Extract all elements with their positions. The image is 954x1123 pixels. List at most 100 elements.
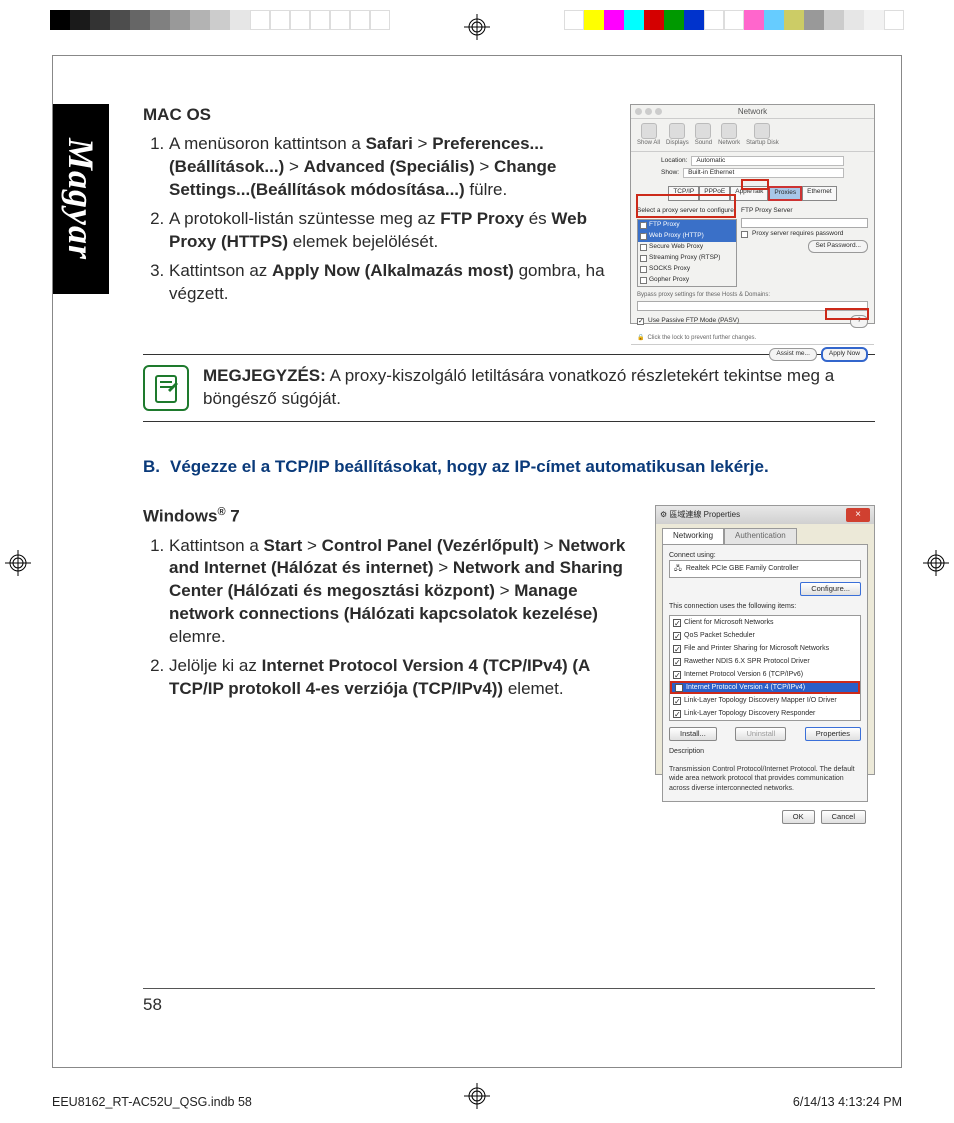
checkbox-icon[interactable]: ✓ [640, 222, 647, 229]
footer-rule [143, 988, 875, 989]
section-b-title: Végezze el a TCP/IP beállításokat, hogy … [170, 456, 769, 479]
checkbox-icon[interactable]: ✓ [640, 233, 647, 240]
note-label: MEGJEGYZÉS: [203, 366, 326, 385]
checkbox-icon[interactable] [640, 244, 647, 251]
mac-location-select[interactable]: Automatic [691, 156, 844, 166]
mac-proxy-server-label: FTP Proxy Server [741, 207, 868, 216]
mac-proxy-item[interactable]: Gopher Proxy [638, 275, 736, 286]
registration-mark-icon [923, 550, 949, 576]
checkbox-icon[interactable]: ✓ [675, 684, 683, 692]
win-tab-authentication[interactable]: Authentication [724, 528, 797, 544]
registration-mark-icon [5, 550, 31, 576]
lock-icon[interactable]: 🔒 [637, 334, 644, 342]
section-b-letter: B. [143, 456, 160, 479]
macos-steps: A menüsoron kattintson a Safari > Prefer… [143, 133, 614, 306]
checkbox-icon[interactable] [640, 277, 647, 284]
print-metadata: EEU8162_RT-AC52U_QSG.indb 58 6/14/13 4:1… [52, 1095, 902, 1109]
checkbox-icon[interactable]: ✓ [673, 710, 681, 718]
note-icon [143, 365, 189, 411]
macos-heading: MAC OS [143, 104, 614, 127]
win-install-button[interactable]: Install... [669, 727, 717, 741]
checkbox-icon[interactable] [640, 255, 647, 262]
mac-toolbar-sound[interactable]: Sound [695, 123, 712, 147]
mac-assist-button[interactable]: Assist me... [769, 348, 817, 361]
print-timestamp: 6/14/13 4:13:24 PM [793, 1095, 902, 1109]
checkbox-icon[interactable]: ✓ [673, 658, 681, 666]
mac-pasv-checkbox[interactable]: ✓ [637, 318, 644, 325]
win-items-label: This connection uses the following items… [669, 602, 861, 611]
checkbox-icon[interactable]: ✓ [673, 697, 681, 705]
mac-set-password-button[interactable]: Set Password... [808, 240, 868, 253]
close-icon[interactable]: × [846, 508, 870, 522]
mac-tab-proxies[interactable]: Proxies [768, 186, 802, 201]
win-properties-button[interactable]: Properties [805, 727, 861, 741]
windows-heading: Windows® 7 [143, 505, 639, 529]
checkbox-icon[interactable]: ✓ [673, 671, 681, 679]
win-uninstall-button[interactable]: Uninstall [735, 727, 786, 741]
mac-pasv-label: Use Passive FTP Mode (PASV) [648, 317, 739, 326]
highlight-proxy-list [636, 194, 736, 218]
win-ok-button[interactable]: OK [782, 810, 815, 824]
win-item[interactable]: ✓Internet Protocol Version 6 (TCP/IPv6) [670, 668, 860, 681]
mac-proxy-item[interactable]: ✓Web Proxy (HTTP) [638, 231, 736, 242]
checkbox-icon[interactable] [640, 266, 647, 273]
mac-proxy-list[interactable]: ✓FTP Proxy✓Web Proxy (HTTP)Secure Web Pr… [637, 219, 737, 287]
mac-toolbar-displays[interactable]: Displays [666, 123, 689, 147]
win-window-title: 區域連線 Properties [669, 510, 740, 519]
win-desc-label: Description [669, 747, 861, 756]
win-item[interactable]: ✓Internet Protocol Version 4 (TCP/IPv4) [670, 681, 860, 694]
macos-screenshot: Network Show All Displays Sound Network Star… [630, 104, 875, 324]
section-b-heading: B. Végezze el a TCP/IP beállításokat, ho… [143, 456, 875, 479]
mac-proxy-item[interactable]: Secure Web Proxy [638, 242, 736, 253]
win-connect-using-label: Connect using: [669, 551, 861, 560]
mac-location-label: Location: [661, 157, 687, 166]
win-tab-networking[interactable]: Networking [662, 528, 724, 544]
mac-show-label: Show: [661, 169, 679, 178]
win-item[interactable]: ✓Link-Layer Topology Discovery Responder [670, 707, 860, 720]
language-tab: Magyar [53, 104, 109, 294]
windows-steps: Kattintson a Start > Control Panel (Vezé… [143, 535, 639, 702]
page-frame: Magyar MAC OS A menüsoron kattintson a S… [52, 55, 902, 1068]
adapter-icon: 🖧 [674, 564, 682, 573]
mac-show-select[interactable]: Built-in Ethernet [683, 168, 844, 178]
highlight-apply-button [825, 308, 869, 320]
win-item[interactable]: ✓Rawether NDIS 6.X SPR Protocol Driver [670, 655, 860, 668]
windows-step-2: Jelölje ki az Internet Protocol Version … [169, 655, 639, 701]
mac-toolbar-startup-disk[interactable]: Startup Disk [746, 123, 779, 147]
checkbox-icon[interactable]: ✓ [673, 619, 681, 627]
note-box: MEGJEGYZÉS: A proxy-kiszolgáló letiltásá… [143, 354, 875, 422]
mac-bypass-label: Bypass proxy settings for these Hosts & … [631, 289, 874, 301]
network-icon: ⚙ [660, 510, 667, 519]
mac-toolbar-show-all[interactable]: Show All [637, 123, 660, 147]
print-file-name: EEU8162_RT-AC52U_QSG.indb 58 [52, 1095, 252, 1109]
mac-proxy-server-field[interactable] [741, 218, 868, 228]
registration-mark-icon [464, 14, 490, 40]
mac-proxy-item[interactable]: SOCKS Proxy [638, 264, 736, 275]
macos-step-2: A protokoll-listán szüntesse meg az FTP … [169, 208, 614, 254]
mac-proxy-item[interactable]: Streaming Proxy (RTSP) [638, 253, 736, 264]
checkbox-icon[interactable]: ✓ [673, 632, 681, 640]
mac-window-title: Network [631, 105, 874, 118]
mac-lock-label: Click the lock to prevent further change… [647, 334, 756, 342]
mac-apply-now-button[interactable]: Apply Now [821, 347, 868, 362]
checkbox-icon[interactable]: ✓ [673, 645, 681, 653]
mac-pw-checkbox[interactable] [741, 231, 748, 238]
win-item[interactable]: ✓QoS Packet Scheduler [670, 629, 860, 642]
win-configure-button[interactable]: Configure... [800, 582, 861, 596]
windows-screenshot: ⚙ 區域連線 Properties × Networking Authentic… [655, 505, 875, 775]
mac-pw-label: Proxy server requires password [752, 230, 843, 239]
win-item[interactable]: ✓Client for Microsoft Networks [670, 616, 860, 629]
macos-step-1: A menüsoron kattintson a Safari > Prefer… [169, 133, 614, 202]
win-adapter-field: 🖧 Realtek PCIe GBE Family Controller [669, 560, 861, 577]
win-cancel-button[interactable]: Cancel [821, 810, 866, 824]
win-desc-text: Transmission Control Protocol/Internet P… [669, 763, 861, 795]
macos-step-3: Kattintson az Apply Now (Alkalmazás most… [169, 260, 614, 306]
win-item[interactable]: ✓File and Printer Sharing for Microsoft … [670, 642, 860, 655]
mac-proxy-item[interactable]: ✓FTP Proxy [638, 220, 736, 231]
win-item[interactable]: ✓Link-Layer Topology Discovery Mapper I/… [670, 694, 860, 707]
page-number: 58 [143, 995, 162, 1015]
mac-toolbar-network[interactable]: Network [718, 123, 740, 147]
win-items-list[interactable]: ✓Client for Microsoft Networks✓QoS Packe… [669, 615, 861, 721]
highlight-proxies-tab [741, 179, 769, 190]
mac-tab-ethernet[interactable]: Ethernet [802, 186, 837, 201]
